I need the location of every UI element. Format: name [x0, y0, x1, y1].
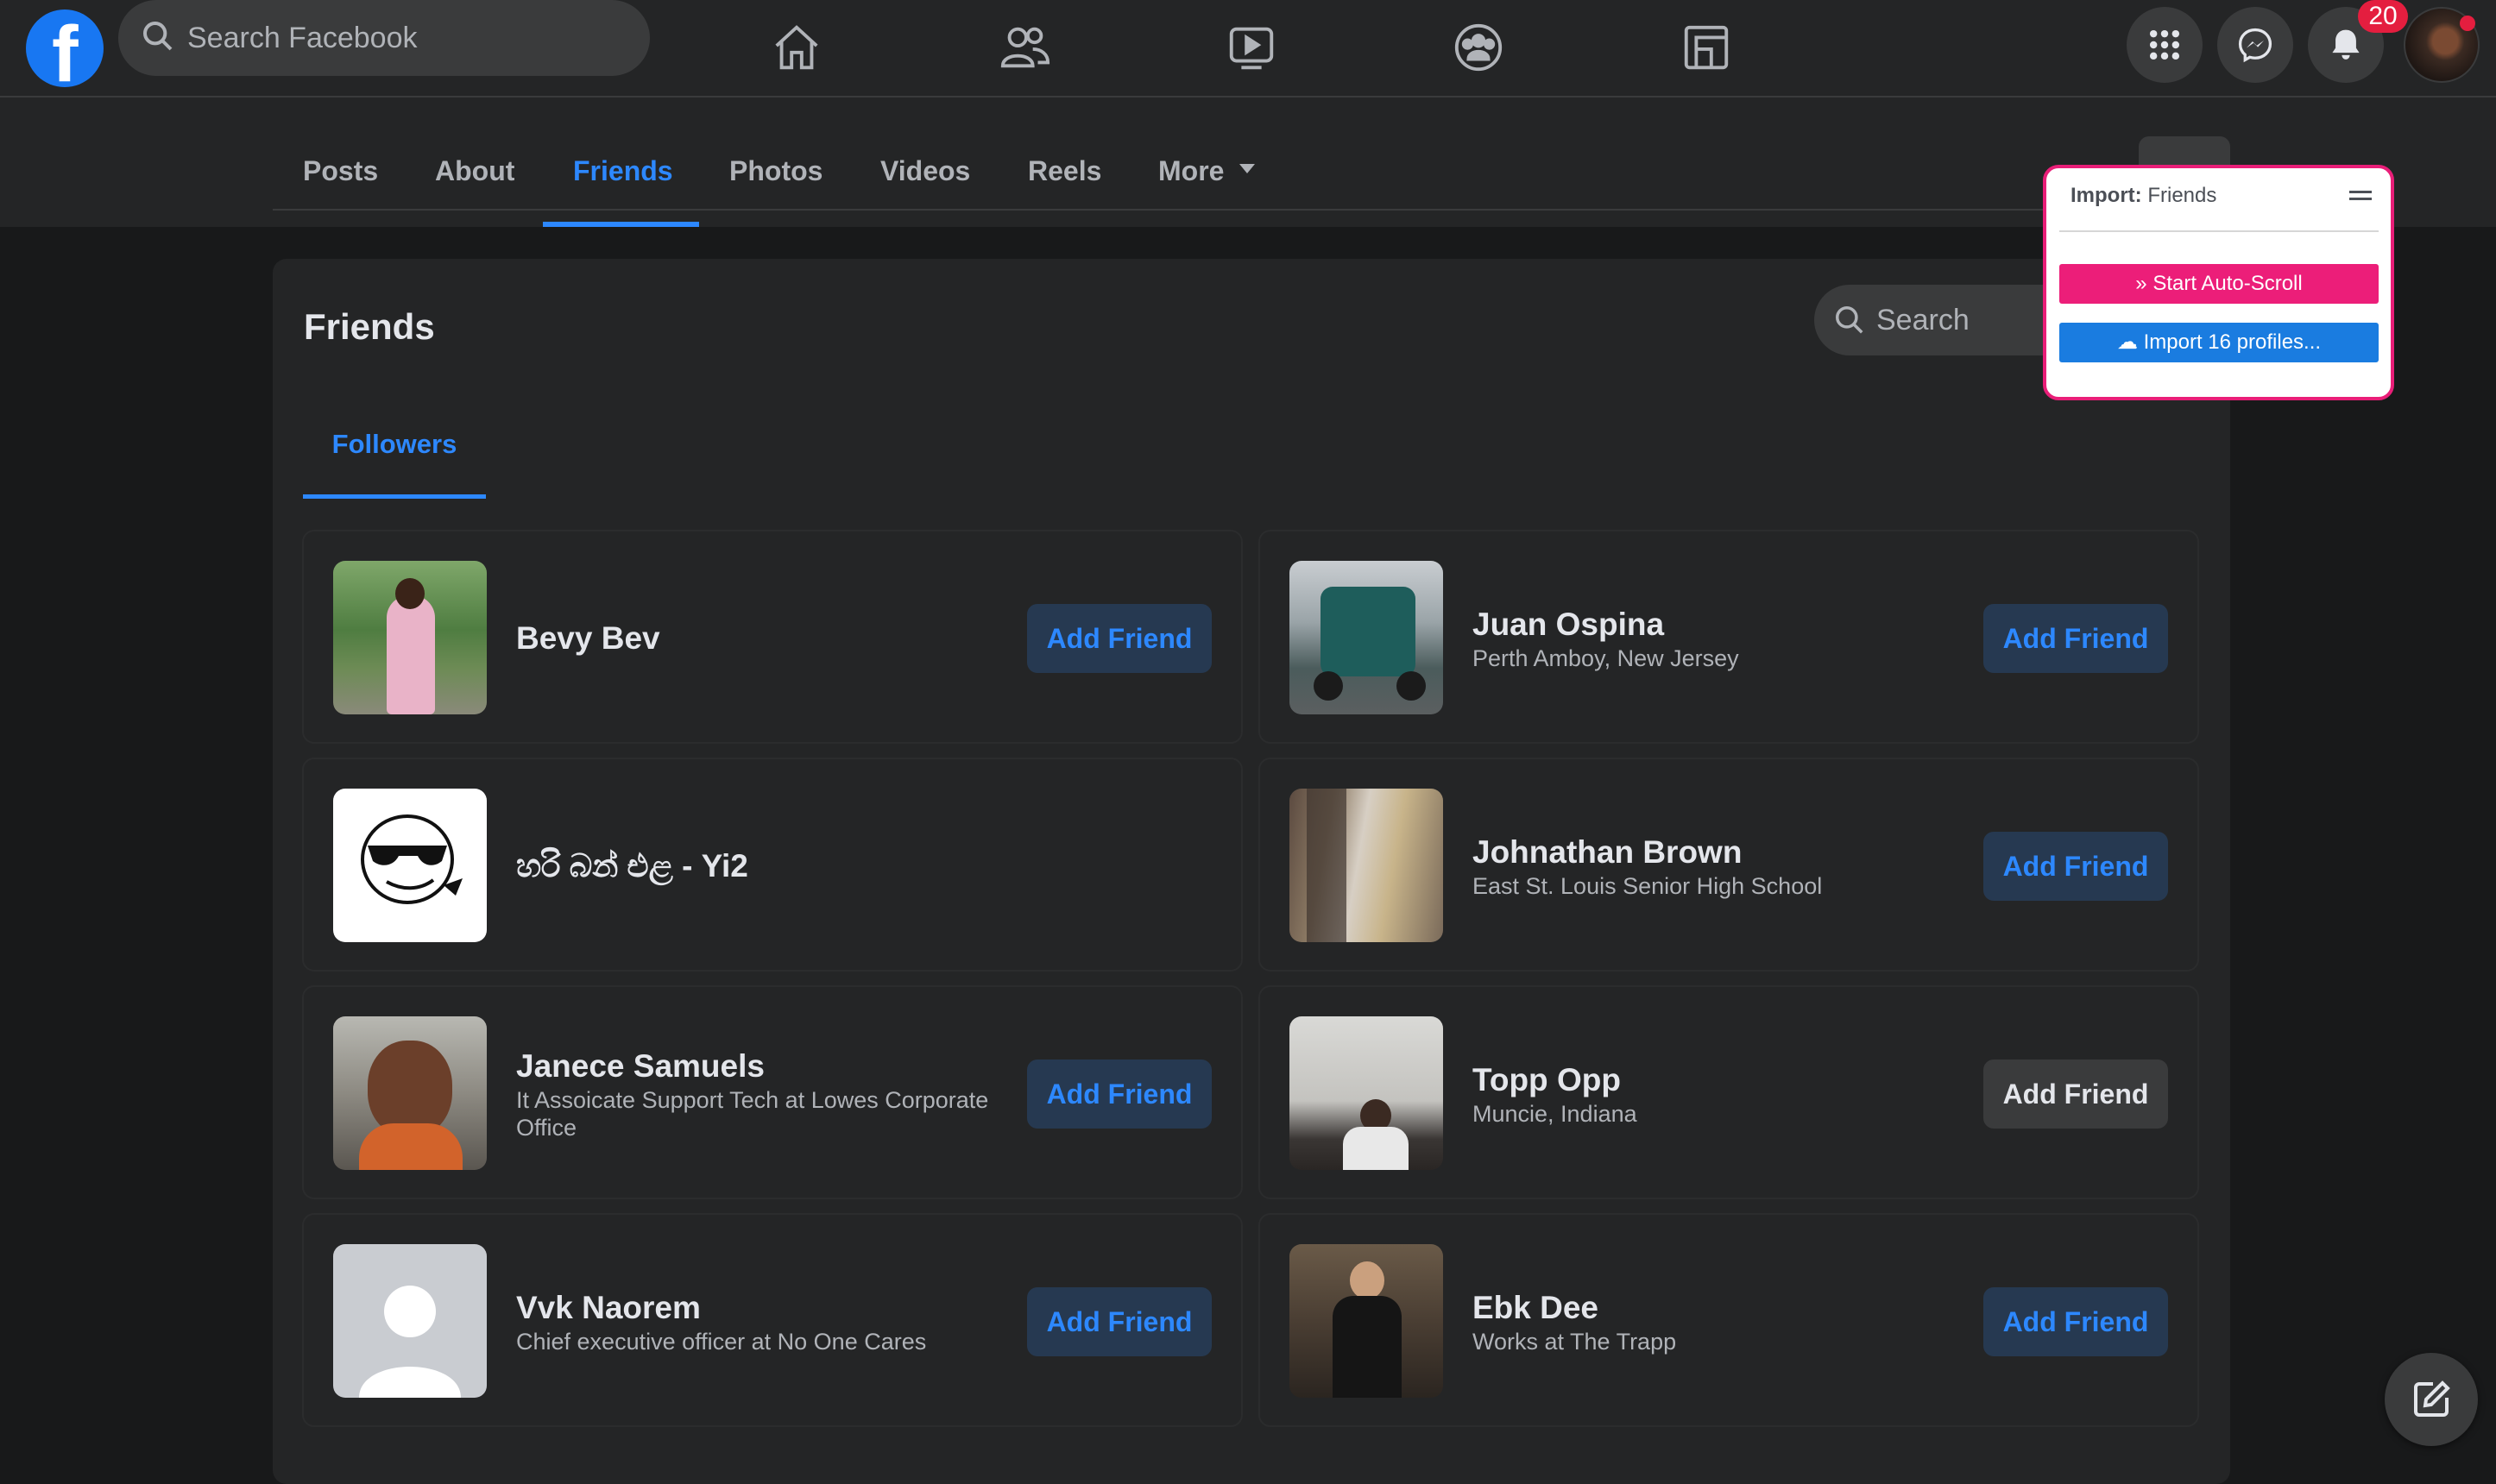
add-friend-button[interactable]: Add Friend [1027, 1287, 1212, 1356]
add-friend-button[interactable]: Add Friend [1027, 604, 1212, 673]
friend-info: හරි බන් එළ - Yi2 [516, 759, 1017, 973]
friend-card: Janece Samuels It Assoicate Support Tech… [302, 985, 1243, 1199]
import-extension-popup: Import: Friends » Start Auto-Scroll ☁ Im… [2043, 165, 2394, 400]
friend-card: Bevy Bev Add Friend [302, 530, 1243, 744]
popup-title-target: Friends [2147, 184, 2217, 207]
popup-title-prefix: Import: [2071, 184, 2142, 207]
add-friend-button[interactable]: Add Friend [1983, 604, 2168, 673]
caret-down-icon [1239, 164, 1255, 173]
profile-photo[interactable] [333, 789, 487, 942]
friend-card: Ebk Dee Works at The Trapp Add Friend [1258, 1213, 2199, 1427]
friend-subtitle: It Assoicate Support Tech at Lowes Corpo… [516, 1087, 989, 1141]
add-friend-button[interactable]: Add Friend [1027, 1060, 1212, 1129]
gaming-icon[interactable] [1679, 21, 1734, 74]
friend-info: Juan Ospina Perth Amboy, New Jersey [1472, 531, 1973, 745]
search-placeholder: Search Facebook [187, 22, 418, 54]
new-message-button[interactable] [2385, 1353, 2478, 1446]
account-status-dot [2460, 16, 2475, 31]
double-chevron-down-icon: » [2135, 272, 2147, 295]
watch-icon[interactable] [1224, 21, 1279, 74]
tab-friends[interactable]: Friends [573, 97, 673, 227]
popup-title: Import: Friends [2071, 184, 2216, 208]
start-auto-scroll-button[interactable]: » Start Auto-Scroll [2059, 264, 2379, 304]
friend-subtitle: East St. Louis Senior High School [1472, 873, 1823, 899]
import-profiles-label: Import 16 profiles... [2143, 330, 2322, 354]
import-profiles-button[interactable]: ☁ Import 16 profiles... [2059, 323, 2379, 362]
friend-info: Topp Opp Muncie, Indiana [1472, 987, 1973, 1201]
popup-divider [2059, 230, 2379, 232]
friend-info: Bevy Bev [516, 531, 1017, 745]
search-icon [141, 19, 175, 58]
friends-title: Friends [304, 306, 435, 347]
friend-name[interactable]: Vvk Naorem [516, 1288, 1017, 1328]
friend-card: හරි බන් එළ - Yi2 [302, 758, 1243, 972]
compose-icon [2414, 1380, 2450, 1417]
tab-reels[interactable]: Reels [1028, 97, 1101, 227]
search-facebook-input[interactable]: Search Facebook [118, 0, 650, 76]
home-icon[interactable] [769, 21, 824, 74]
tab-about[interactable]: About [435, 97, 514, 227]
friend-info: Ebk Dee Works at The Trapp [1472, 1215, 1973, 1429]
notification-badge: 20 [2358, 0, 2408, 33]
profile-photo[interactable] [1289, 561, 1443, 714]
tab-followers[interactable]: Followers [303, 406, 486, 499]
friends-icon[interactable] [997, 21, 1052, 74]
tab-more[interactable]: More [1158, 97, 1224, 227]
profile-photo[interactable] [1289, 1016, 1443, 1170]
add-friend-button[interactable]: Add Friend [1983, 1060, 2168, 1129]
profile-photo[interactable] [1289, 789, 1443, 942]
cloud-upload-icon: ☁ [2116, 330, 2138, 354]
start-auto-scroll-label: Start Auto-Scroll [2152, 272, 2303, 295]
profile-photo[interactable] [333, 561, 487, 714]
friend-subtitle: Perth Amboy, New Jersey [1472, 645, 1739, 671]
friend-info: Johnathan Brown East St. Louis Senior Hi… [1472, 759, 1973, 973]
menu-grid-icon[interactable] [2127, 7, 2203, 83]
friend-info: Vvk Naorem Chief executive officer at No… [516, 1215, 1017, 1429]
friend-name[interactable]: Bevy Bev [516, 619, 1017, 658]
hamburger-menu-icon[interactable] [2349, 191, 2372, 204]
friend-subtitle: Chief executive officer at No One Cares [516, 1329, 927, 1355]
add-friend-button[interactable]: Add Friend [1983, 1287, 2168, 1356]
active-tab-indicator [543, 222, 699, 227]
messenger-icon[interactable] [2217, 7, 2293, 83]
tab-videos[interactable]: Videos [880, 97, 970, 227]
friend-name[interactable]: Juan Ospina [1472, 605, 1973, 645]
profile-photo[interactable] [333, 1244, 487, 1398]
search-icon [1833, 304, 1866, 341]
friend-subtitle: Works at The Trapp [1472, 1329, 1677, 1355]
friends-search-placeholder: Search [1876, 304, 1970, 336]
friend-name[interactable]: Ebk Dee [1472, 1288, 1973, 1328]
tab-posts[interactable]: Posts [303, 97, 378, 227]
top-navigation-bar: f Search Facebook 20 [0, 0, 2496, 97]
profile-photo[interactable] [1289, 1244, 1443, 1398]
add-friend-button[interactable]: Add Friend [1983, 832, 2168, 901]
friend-info: Janece Samuels It Assoicate Support Tech… [516, 987, 1017, 1201]
groups-icon[interactable] [1451, 21, 1506, 74]
tab-photos[interactable]: Photos [729, 97, 823, 227]
friend-card: Topp Opp Muncie, Indiana Add Friend [1258, 985, 2199, 1199]
friend-name[interactable]: හරි බන් එළ - Yi2 [516, 846, 1017, 886]
friend-name[interactable]: Topp Opp [1472, 1060, 1973, 1100]
friend-subtitle: Muncie, Indiana [1472, 1101, 1637, 1127]
friend-name[interactable]: Johnathan Brown [1472, 833, 1973, 872]
friend-card: Juan Ospina Perth Amboy, New Jersey Add … [1258, 530, 2199, 744]
friend-card: Vvk Naorem Chief executive officer at No… [302, 1213, 1243, 1427]
friend-name[interactable]: Janece Samuels [516, 1047, 1017, 1086]
facebook-logo[interactable]: f [26, 9, 104, 87]
friend-card: Johnathan Brown East St. Louis Senior Hi… [1258, 758, 2199, 972]
tabs-divider [273, 209, 2230, 211]
facebook-logo-letter: f [52, 10, 79, 87]
profile-photo[interactable] [333, 1016, 487, 1170]
